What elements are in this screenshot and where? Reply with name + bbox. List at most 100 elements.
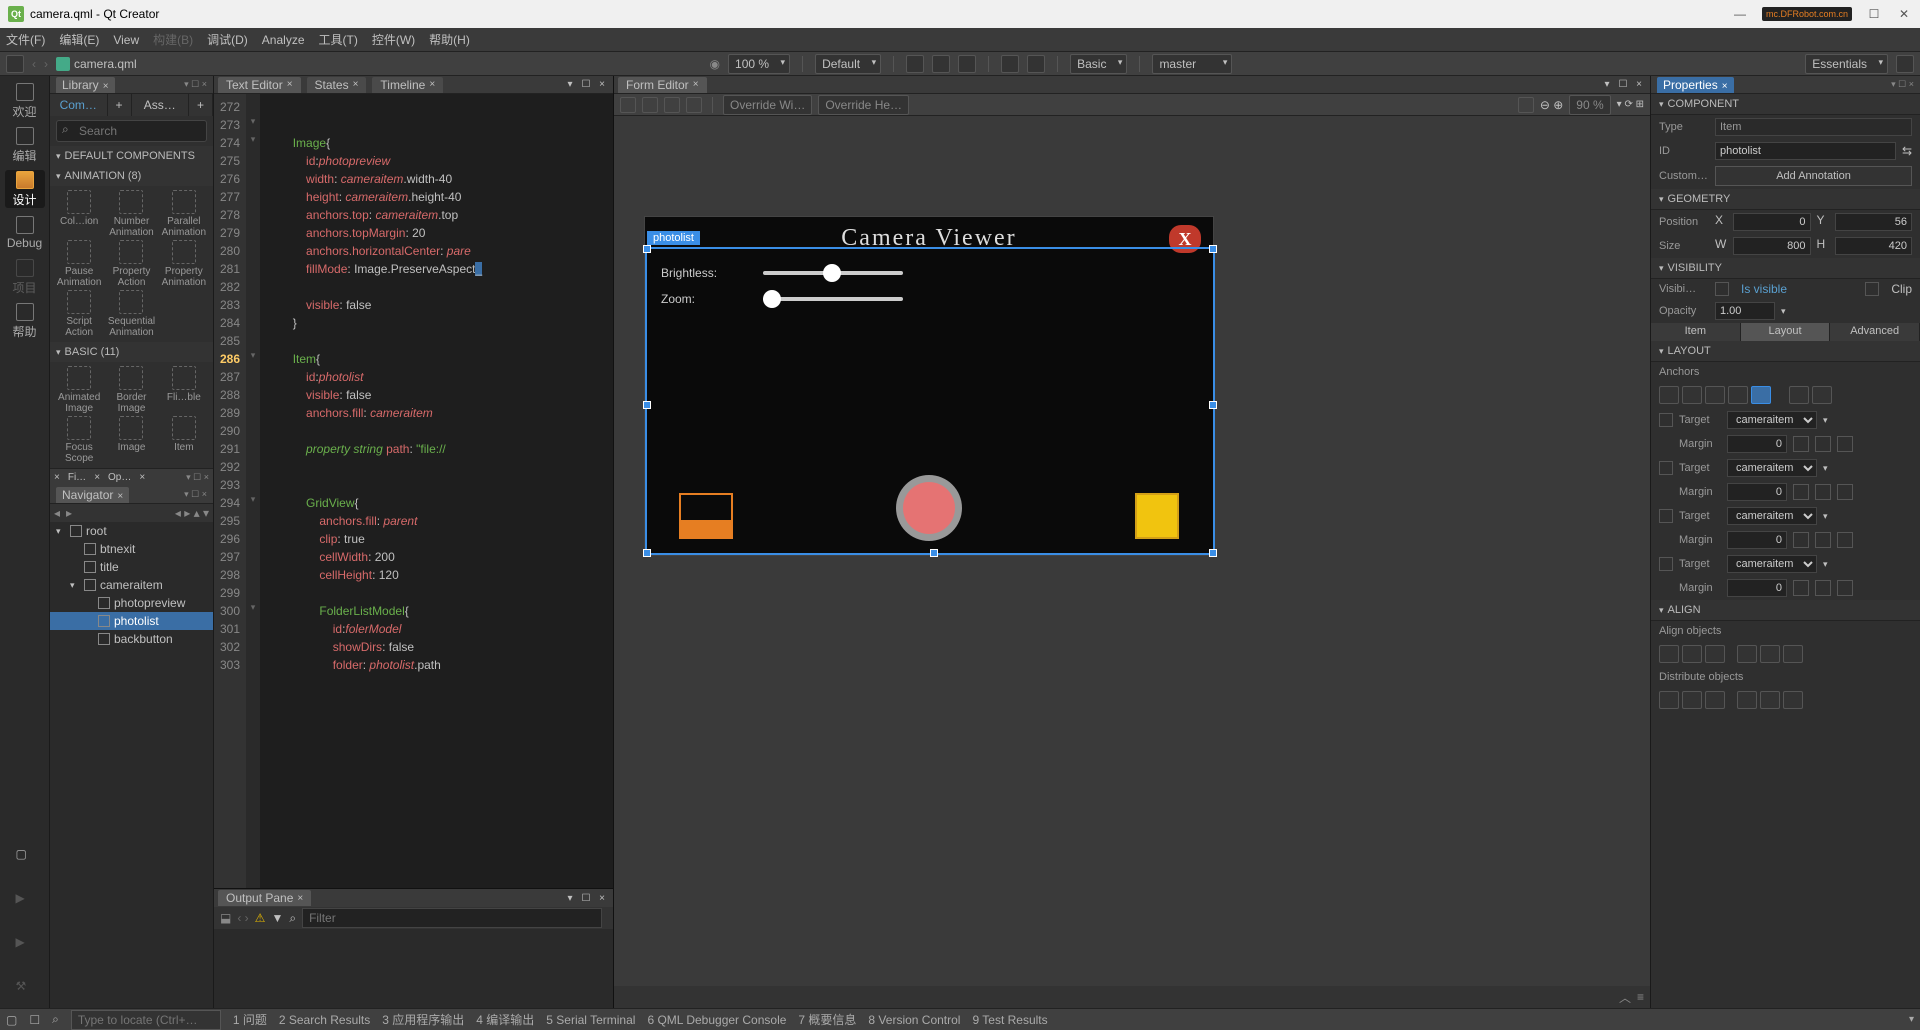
- component-item[interactable]: Parallel Animation: [159, 190, 209, 238]
- branch-dropdown[interactable]: master: [1152, 54, 1232, 74]
- component-item[interactable]: Focus Scope: [54, 416, 104, 464]
- anchor-enable-1[interactable]: [1659, 461, 1673, 475]
- component-item[interactable]: Pause Animation: [54, 240, 104, 288]
- nav-tool-2[interactable]: ▸: [66, 506, 72, 520]
- nav-item-root[interactable]: ▾root: [50, 522, 213, 540]
- tab-files[interactable]: Fi…: [64, 472, 90, 483]
- style-dropdown[interactable]: Default: [815, 54, 881, 74]
- nav-item-btnexit[interactable]: btnexit: [50, 540, 213, 558]
- menu-tools[interactable]: 工具(T): [319, 31, 358, 48]
- menu-debug[interactable]: 调试(D): [207, 31, 248, 48]
- form-zoom[interactable]: 90 %: [1569, 95, 1610, 115]
- mode-design[interactable]: 设计: [5, 170, 45, 208]
- mode-help[interactable]: 帮助: [5, 302, 45, 340]
- id-export-icon[interactable]: ⇆: [1902, 144, 1912, 158]
- sb-general[interactable]: 7 概要信息: [798, 1011, 856, 1028]
- sb-issues[interactable]: 1 问题: [233, 1011, 267, 1028]
- tab-text-editor[interactable]: Text Editor×: [218, 77, 301, 93]
- anchor-bottom[interactable]: [1682, 386, 1702, 404]
- run-button[interactable]: ▶: [5, 882, 45, 920]
- component-item[interactable]: Col…ion: [54, 190, 104, 238]
- component-item[interactable]: Item: [159, 416, 209, 464]
- prop-w[interactable]: 800: [1733, 237, 1811, 255]
- nav-item-photolist[interactable]: photolist: [50, 612, 213, 630]
- component-item[interactable]: Property Action: [106, 240, 156, 288]
- prop-id[interactable]: photolist: [1715, 142, 1896, 160]
- add-assets[interactable]: +: [189, 94, 213, 116]
- record-button[interactable]: [896, 475, 962, 541]
- override-height[interactable]: Override He…: [818, 95, 909, 115]
- sb-qmldbg[interactable]: 6 QML Debugger Console: [647, 1013, 786, 1027]
- minimize-button[interactable]: —: [1732, 6, 1748, 22]
- photo-icon[interactable]: [679, 493, 733, 539]
- panel-dropdown[interactable]: Basic: [1070, 54, 1127, 74]
- form-tool-4[interactable]: [686, 97, 702, 113]
- components-tab[interactable]: Com…: [50, 94, 108, 116]
- form-tool-3[interactable]: [664, 97, 680, 113]
- section-align[interactable]: ALIGN: [1651, 600, 1920, 621]
- menu-edit[interactable]: 编辑(E): [59, 31, 99, 48]
- navigator-tab[interactable]: Navigator×: [56, 487, 129, 503]
- toolbar-icon-1[interactable]: [6, 55, 24, 73]
- component-item[interactable]: Fli…ble: [159, 366, 209, 414]
- tab-form-editor[interactable]: Form Editor×: [618, 77, 707, 93]
- prop-opacity[interactable]: 1.00: [1715, 302, 1775, 320]
- properties-tab[interactable]: Properties×: [1657, 77, 1734, 93]
- component-item[interactable]: Number Animation: [106, 190, 156, 238]
- sb-tests[interactable]: 9 Test Results: [972, 1013, 1047, 1027]
- tb-layout-1[interactable]: [906, 55, 924, 73]
- mode-debug[interactable]: Debug: [5, 214, 45, 252]
- mode-edit[interactable]: 编辑: [5, 126, 45, 164]
- component-item[interactable]: Property Animation: [159, 240, 209, 288]
- active-file[interactable]: camera.qml: [56, 57, 137, 71]
- section-visibility[interactable]: VISIBILITY: [1651, 258, 1920, 279]
- anchor-margin-0[interactable]: 0: [1727, 435, 1787, 453]
- anchor-target-1[interactable]: cameraitem: [1727, 459, 1817, 477]
- form-tool-2[interactable]: [642, 97, 658, 113]
- output-filter-input[interactable]: [302, 908, 602, 928]
- sb-compile[interactable]: 4 编译输出: [476, 1011, 534, 1028]
- subtab-advanced[interactable]: Advanced: [1830, 323, 1920, 341]
- menu-analyze[interactable]: Analyze: [262, 33, 305, 47]
- close-icon[interactable]: ×: [103, 81, 109, 92]
- mode-welcome[interactable]: 欢迎: [5, 82, 45, 120]
- brightness-slider[interactable]: [763, 271, 903, 275]
- anchor-target-2[interactable]: cameraitem: [1727, 507, 1817, 525]
- anchor-margin-3[interactable]: 0: [1727, 579, 1787, 597]
- sb-icon-2[interactable]: ☐: [29, 1013, 40, 1027]
- mode-projects[interactable]: 项目: [5, 258, 45, 296]
- anchor-margin-1[interactable]: 0: [1727, 483, 1787, 501]
- anchor-margin-2[interactable]: 0: [1727, 531, 1787, 549]
- close-button[interactable]: ✕: [1896, 6, 1912, 22]
- subtab-layout[interactable]: Layout: [1741, 323, 1831, 341]
- build-button[interactable]: ⚒: [5, 970, 45, 1008]
- visible-checkbox[interactable]: [1715, 282, 1729, 296]
- component-item[interactable]: Image: [106, 416, 156, 464]
- add-annotation-button[interactable]: Add Annotation: [1715, 166, 1912, 186]
- prop-h[interactable]: 420: [1835, 237, 1913, 255]
- maximize-button[interactable]: ☐: [1866, 6, 1882, 22]
- form-tool-1[interactable]: [620, 97, 636, 113]
- album-icon[interactable]: [1135, 493, 1179, 539]
- sb-icon-1[interactable]: ▢: [6, 1013, 17, 1027]
- anchor-target-0[interactable]: cameraitem: [1727, 411, 1817, 429]
- tab-states[interactable]: States×: [307, 77, 367, 93]
- form-footer-menu[interactable]: ≡: [1637, 990, 1644, 1004]
- component-item[interactable]: Sequential Animation: [106, 290, 156, 338]
- filter-icon[interactable]: ▼: [271, 911, 283, 925]
- menu-help[interactable]: 帮助(H): [429, 31, 470, 48]
- output-tab[interactable]: Output Pane×: [218, 890, 311, 906]
- nav-tool-1[interactable]: ◂: [54, 506, 60, 520]
- section-default[interactable]: DEFAULT COMPONENTS: [50, 146, 213, 166]
- code-editor[interactable]: 2722732742752762772782792802812822832842…: [214, 94, 613, 888]
- debug-run-button[interactable]: ▶: [5, 926, 45, 964]
- section-animation[interactable]: ANIMATION (8): [50, 166, 213, 186]
- add-components[interactable]: +: [108, 94, 132, 116]
- nav-item-backbutton[interactable]: backbutton: [50, 630, 213, 648]
- anchor-top[interactable]: [1659, 386, 1679, 404]
- kit-dropdown[interactable]: Essentials: [1805, 54, 1888, 74]
- tb-layout-2[interactable]: [932, 55, 950, 73]
- prop-x[interactable]: 0: [1733, 213, 1811, 231]
- zoom-slider[interactable]: [763, 297, 903, 301]
- library-tab[interactable]: Library×: [56, 77, 115, 93]
